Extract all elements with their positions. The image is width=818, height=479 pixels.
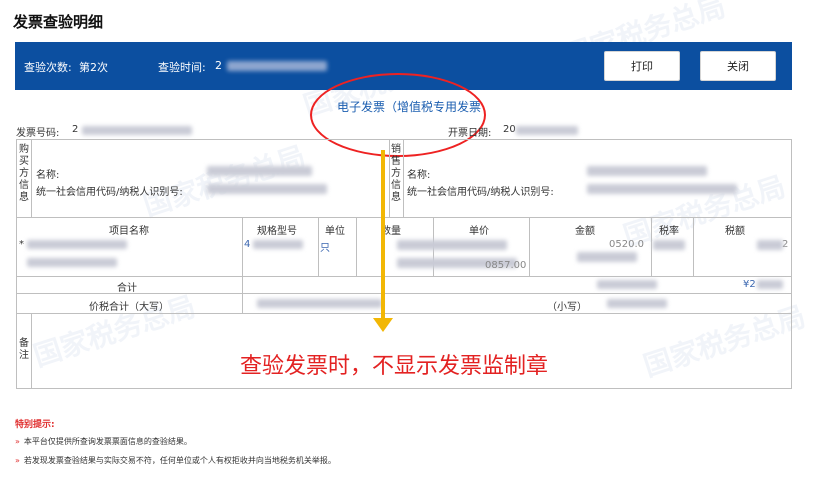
annotation-arrow-head — [373, 318, 393, 332]
invoice-number-label: 发票号码: — [16, 128, 60, 139]
redacted-buyer-name — [207, 166, 312, 176]
header-spec: 规格型号 — [257, 226, 297, 237]
header-item-name: 项目名称 — [109, 226, 149, 237]
redacted-time — [227, 61, 327, 71]
item-amount: 0520.0 — [609, 239, 644, 250]
tip-item: » 若发现发票查验结果与实际交易不符，任何单位或个人有权拒收并向当地税务机关举报。 — [15, 456, 336, 465]
header-amount: 金额 — [575, 226, 595, 237]
tip-item: » 本平台仅提供所查询发票票面信息的查验结果。 — [15, 437, 192, 446]
tip-bullet: » — [15, 437, 20, 446]
seller-name-label: 名称: — [407, 170, 431, 181]
redacted-seller-name — [587, 166, 707, 176]
item-row-prefix: * — [19, 239, 24, 250]
seller-code-label: 统一社会信用代码/纳税人识别号: — [407, 187, 554, 198]
invoice-number-value: 2 — [72, 124, 79, 135]
tip-bullet: » — [15, 456, 20, 465]
issue-date-value: 20 — [503, 124, 516, 135]
remarks-label: 备注 — [19, 338, 29, 361]
header-unit-price: 单价 — [469, 226, 489, 237]
header-tax-rate: 税率 — [659, 226, 679, 237]
buyer-name-label: 名称: — [36, 170, 60, 181]
item-price: 0857.00 — [485, 260, 527, 271]
print-button[interactable]: 打印 — [604, 51, 680, 81]
buyer-code-label: 统一社会信用代码/纳税人识别号: — [36, 187, 183, 198]
check-count-value: 第2次 — [79, 61, 108, 74]
redacted-subtotal-amount — [597, 280, 657, 289]
check-time-label: 查验时间: — [158, 61, 206, 74]
redacted-item-name — [27, 240, 127, 249]
page-title: 发票查验明细 — [13, 13, 104, 31]
redacted-issue-date — [516, 126, 578, 135]
redacted-subtotal-tax — [757, 280, 783, 289]
redacted-buyer-code — [207, 184, 327, 194]
tips-title: 特别提示: — [15, 420, 55, 430]
redacted-item-name — [27, 258, 117, 267]
annotation-arrow — [381, 150, 385, 320]
annotation-note: 查验发票时，不显示发票监制章 — [240, 354, 549, 379]
redacted-tax-rate — [653, 240, 685, 250]
subtotal-tax: ¥2 — [743, 279, 756, 290]
redacted-spec — [253, 240, 303, 249]
buyer-side-label: 购买方信息 — [19, 144, 29, 203]
total-lower-label: （小写） — [547, 302, 587, 313]
total-upper-label: 价税合计（大写） — [89, 302, 169, 313]
redacted-tax — [757, 240, 783, 250]
close-button[interactable]: 关闭 — [700, 51, 776, 81]
header-unit: 单位 — [325, 226, 345, 237]
redacted-invoice-number — [82, 126, 192, 135]
issue-date-label: 开票日期: — [448, 128, 492, 139]
check-time-value: 2 — [215, 59, 222, 72]
header-tax-amount: 税额 — [725, 226, 745, 237]
redacted-total-upper — [257, 299, 382, 308]
redacted-quantity — [397, 240, 507, 250]
item-spec: 4 — [244, 239, 251, 250]
item-unit: 只 — [320, 243, 330, 254]
seller-side-label: 销售方信息 — [391, 144, 401, 203]
check-count-label: 查验次数: — [24, 61, 72, 74]
redacted-total-lower — [607, 299, 667, 308]
redacted-amount — [577, 252, 637, 262]
redacted-seller-code — [587, 184, 737, 194]
subtotal-label: 合计 — [117, 283, 137, 294]
